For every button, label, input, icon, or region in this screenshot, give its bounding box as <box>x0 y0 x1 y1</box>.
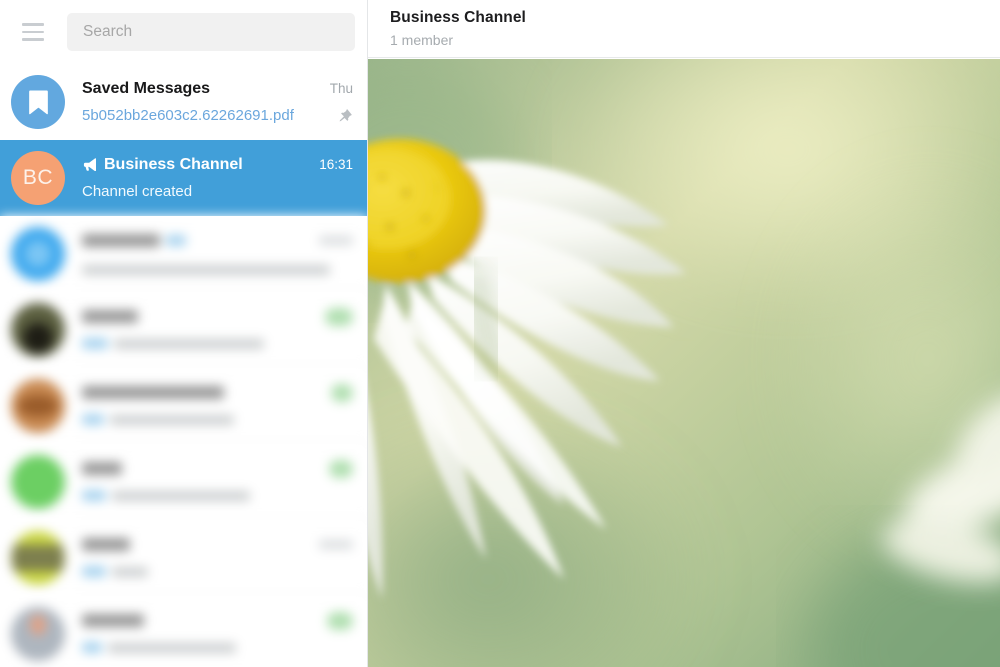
pin-icon <box>339 109 352 122</box>
chat-item-bottom-line: 5b052bb2e603c2.62262691.pdf <box>82 105 353 127</box>
chat-list-item-obscured[interactable] <box>0 216 367 292</box>
chat-wallpaper <box>368 59 1000 667</box>
hamburger-bar <box>22 30 44 34</box>
avatar <box>11 379 65 433</box>
chat-list-item-obscured[interactable] <box>0 444 367 520</box>
unread-badge-obscured <box>329 459 353 478</box>
chat-item-body <box>82 610 355 659</box>
pinned-indicator <box>330 108 353 123</box>
chat-preview: Channel created <box>82 183 193 200</box>
chat-list[interactable]: Saved Messages Thu 5b052bb2e603c2.622626… <box>0 64 367 667</box>
megaphone-icon <box>82 158 97 171</box>
avatar <box>11 303 65 357</box>
chat-title: Business Channel <box>390 9 526 26</box>
chat-item-top-line <box>82 534 353 556</box>
chat-item-body <box>82 534 355 583</box>
chat-item-top-line: Business Channel 16:31 <box>82 154 353 176</box>
chat-sender-chip-obscured <box>82 414 104 425</box>
sidebar: Saved Messages Thu 5b052bb2e603c2.622626… <box>0 0 368 667</box>
search-box[interactable] <box>67 13 355 51</box>
chat-timestamp: 16:31 <box>319 157 353 172</box>
avatar-initials: BC <box>22 166 54 189</box>
chat-name-obscured <box>82 614 144 627</box>
avatar <box>11 455 65 509</box>
unread-badge-obscured <box>331 383 353 402</box>
unread-badge-obscured <box>325 307 353 326</box>
chat-item-bottom-line <box>82 485 353 507</box>
chat-item-bottom-line <box>82 409 353 431</box>
chat-sender-chip-obscured <box>82 642 102 653</box>
chat-item-bottom-line: Channel created <box>82 181 353 203</box>
chat-list-item-obscured[interactable] <box>0 292 367 368</box>
chat-preview-file-link[interactable]: 5b052bb2e603c2.62262691.pdf <box>82 107 294 124</box>
daisy-flower-image <box>368 59 1000 667</box>
hamburger-bar <box>22 38 44 41</box>
chat-timestamp: Thu <box>329 81 353 96</box>
chat-header: Business Channel 1 member <box>368 0 1000 58</box>
chat-item-body: Business Channel 16:31 Channel created <box>82 154 355 203</box>
chat-item-bottom-line <box>82 333 353 355</box>
chat-preview-obscured <box>114 338 264 349</box>
chat-item-top-line <box>82 382 353 404</box>
chat-item-body: Saved Messages Thu 5b052bb2e603c2.622626… <box>82 78 355 127</box>
chat-item-top-line <box>82 610 353 632</box>
chat-name: Business Channel <box>104 155 243 173</box>
chat-sender-chip-obscured <box>82 566 106 577</box>
chat-timestamp-obscured <box>319 236 353 245</box>
chat-list-item-saved-messages[interactable]: Saved Messages Thu 5b052bb2e603c2.622626… <box>0 64 367 140</box>
chat-item-top-line <box>82 458 353 480</box>
chat-item-top-line <box>82 230 353 252</box>
chat-preview-obscured <box>112 566 148 577</box>
hamburger-menu-icon[interactable] <box>16 15 50 49</box>
chat-name: Saved Messages <box>82 79 211 97</box>
hamburger-bar <box>22 23 44 26</box>
avatar <box>11 227 65 281</box>
avatar <box>11 607 65 661</box>
chat-member-count: 1 member <box>390 32 454 48</box>
chat-name-obscured <box>82 538 130 551</box>
chat-timestamp-obscured <box>319 540 353 549</box>
avatar <box>11 75 65 129</box>
chat-preview-obscured <box>112 490 250 501</box>
chat-item-body <box>82 306 355 355</box>
chat-panel: Business Channel 1 member <box>368 0 1000 667</box>
chat-badge-obscured <box>166 235 186 246</box>
chat-preview-obscured <box>110 414 234 425</box>
chat-list-item-obscured[interactable] <box>0 368 367 444</box>
telegram-window: Saved Messages Thu 5b052bb2e603c2.622626… <box>0 0 1000 667</box>
avatar: BC <box>11 151 65 205</box>
chat-item-body <box>82 382 355 431</box>
unread-badge-obscured <box>327 611 353 630</box>
chat-item-body <box>82 230 355 279</box>
search-input[interactable] <box>83 23 339 41</box>
chat-list-item-business-channel[interactable]: BC Business Channel 16:31 Channel create <box>0 140 367 216</box>
chat-item-top-line: Saved Messages Thu <box>82 78 353 100</box>
chat-name-obscured <box>82 234 160 247</box>
chat-preview-obscured <box>82 264 330 275</box>
avatar <box>11 531 65 585</box>
chat-list-item-obscured[interactable] <box>0 520 367 596</box>
chat-name-obscured <box>82 462 122 475</box>
chat-item-top-line <box>82 306 353 328</box>
sidebar-header <box>0 0 367 64</box>
chat-preview-obscured <box>108 642 236 653</box>
chat-sender-chip-obscured <box>82 490 106 501</box>
chat-item-bottom-line <box>82 561 353 583</box>
chat-list-item-obscured[interactable] <box>0 596 367 667</box>
chat-item-bottom-line <box>82 637 353 659</box>
chat-sender-chip-obscured <box>82 338 108 349</box>
chat-item-bottom-line <box>82 257 353 279</box>
chat-name-obscured <box>82 310 138 323</box>
bookmark-icon <box>28 90 48 114</box>
chat-item-body <box>82 458 355 507</box>
chat-name-obscured <box>82 386 224 399</box>
